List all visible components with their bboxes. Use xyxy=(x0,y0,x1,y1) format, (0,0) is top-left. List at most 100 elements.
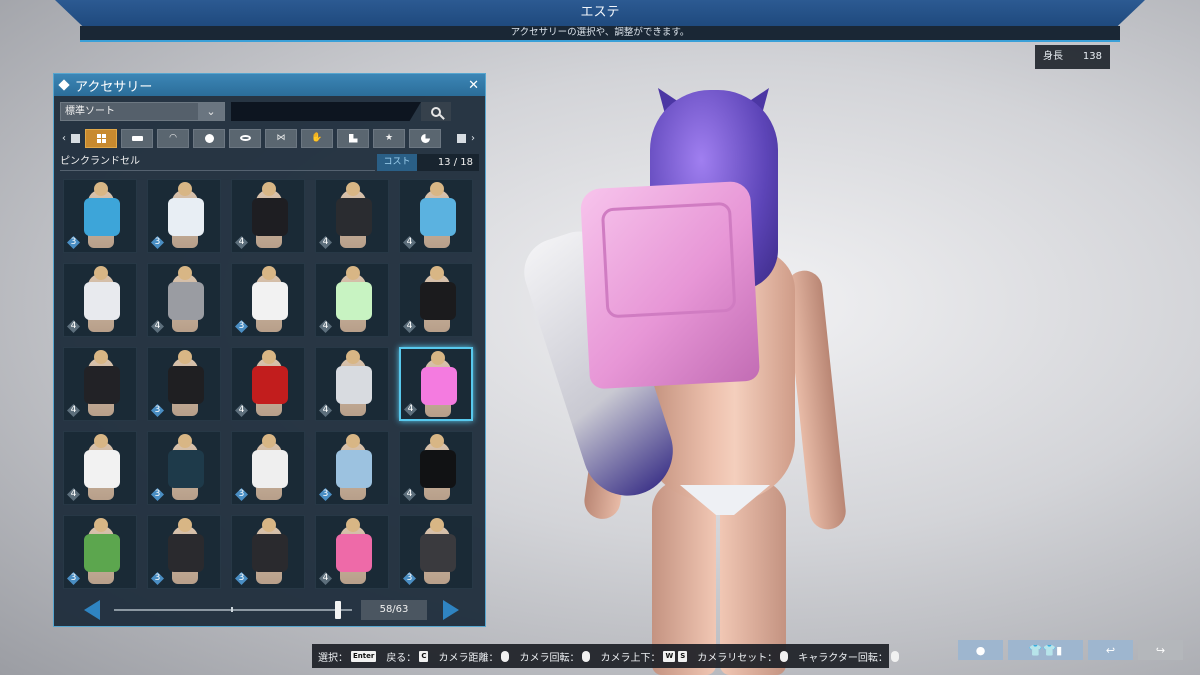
sort-dropdown[interactable]: 標準ソート ⌄ xyxy=(60,102,225,121)
accessory-thumbnail xyxy=(84,282,120,320)
model-head xyxy=(430,518,444,532)
accessory-item[interactable]: 4 xyxy=(315,515,389,589)
rank-badge: 3 xyxy=(403,572,416,585)
tab-boot[interactable] xyxy=(337,128,369,148)
accessory-item[interactable]: 4 xyxy=(399,347,473,421)
model-head xyxy=(178,266,192,280)
tab-bow[interactable]: ⋈ xyxy=(265,128,297,148)
cost-value: 13 / 18 xyxy=(417,154,479,171)
search-input[interactable] xyxy=(231,102,421,121)
model-head xyxy=(430,182,444,196)
mouse-icon xyxy=(582,650,591,662)
accessory-item[interactable]: 3 xyxy=(147,347,221,421)
prev-page-icon[interactable] xyxy=(84,600,100,620)
accessory-item[interactable]: 4 xyxy=(315,263,389,337)
tab-pie[interactable] xyxy=(409,128,441,148)
accessory-item[interactable]: 4 xyxy=(315,179,389,253)
accessory-item[interactable]: 4 xyxy=(315,347,389,421)
search-button[interactable] xyxy=(421,102,451,121)
accessory-thumbnail xyxy=(420,450,456,488)
accessory-item[interactable]: 3 xyxy=(231,431,305,505)
key-icon: Enter xyxy=(351,650,377,662)
ring-icon xyxy=(239,135,251,141)
tab-wing[interactable]: ◠ xyxy=(157,128,189,148)
accessory-item[interactable]: 3 xyxy=(399,515,473,589)
outfit-button[interactable]: 👕👕▮ xyxy=(1008,640,1083,660)
height-value: 138 xyxy=(1082,51,1102,62)
tab-face[interactable] xyxy=(193,128,225,148)
tab-grid[interactable] xyxy=(85,128,117,148)
accessory-item[interactable]: 4 xyxy=(231,347,305,421)
scroll-slider-track[interactable] xyxy=(114,609,352,611)
accessory-item[interactable]: 4 xyxy=(147,263,221,337)
close-icon[interactable]: ✕ xyxy=(468,78,479,93)
pie-icon xyxy=(420,133,430,143)
key-hint-icon xyxy=(71,133,80,143)
accessory-thumbnail xyxy=(336,534,372,572)
pager-row: 58/63 xyxy=(84,600,459,620)
accessory-item[interactable]: 4 xyxy=(399,263,473,337)
selected-item-name: ピンクランドセル xyxy=(60,154,375,171)
redo-icon: ↪ xyxy=(1155,643,1166,657)
category-tabs: ‹ ◠ ⋈ ✋ ★ › xyxy=(60,128,481,148)
rank-badge: 3 xyxy=(235,488,248,501)
sort-value: 標準ソート xyxy=(65,106,115,117)
accessory-item[interactable]: 3 xyxy=(63,515,137,589)
rect-icon xyxy=(131,135,143,141)
rank-badge: 4 xyxy=(404,403,417,416)
screen-title: エステ xyxy=(55,0,1145,26)
mouse-icon xyxy=(501,650,510,662)
sort-search-row: 標準ソート ⌄ xyxy=(60,102,451,121)
accessory-item[interactable]: 3 xyxy=(231,515,305,589)
key-icon: C xyxy=(419,650,429,662)
category-next-icon[interactable]: › xyxy=(469,133,477,144)
redo-button[interactable]: ↪ xyxy=(1138,640,1183,660)
accessory-thumbnail xyxy=(420,534,456,572)
accessory-item[interactable]: 3 xyxy=(63,179,137,253)
accessory-item[interactable]: 3 xyxy=(147,179,221,253)
chevron-down-icon[interactable]: ⌄ xyxy=(198,103,224,120)
accessory-item[interactable]: 3 xyxy=(231,263,305,337)
star-icon: ★ xyxy=(384,133,394,143)
rank-badge: 4 xyxy=(67,488,80,501)
character-preview[interactable] xyxy=(515,80,900,675)
tab-hand[interactable]: ✋ xyxy=(301,128,333,148)
accessory-item[interactable]: 3 xyxy=(147,431,221,505)
accessory-thumbnail xyxy=(252,534,288,572)
help-label: カメラ上下： xyxy=(600,652,661,664)
model-head xyxy=(262,266,276,280)
help-label: カメラ距離： xyxy=(438,652,499,664)
model-head xyxy=(178,518,192,532)
accessory-thumbnail xyxy=(168,450,204,488)
undo-button[interactable]: ↩ xyxy=(1088,640,1133,660)
accessory-item[interactable]: 4 xyxy=(63,431,137,505)
accessory-item[interactable]: 3 xyxy=(315,431,389,505)
tab-ring[interactable] xyxy=(229,128,261,148)
model-head xyxy=(94,266,108,280)
accessory-thumbnail xyxy=(252,450,288,488)
tab-star[interactable]: ★ xyxy=(373,128,405,148)
model-head xyxy=(430,434,444,448)
accessory-item[interactable]: 4 xyxy=(399,179,473,253)
accessory-item[interactable]: 4 xyxy=(63,347,137,421)
accessory-item[interactable]: 3 xyxy=(147,515,221,589)
scroll-slider-thumb[interactable] xyxy=(335,601,342,619)
model-head xyxy=(262,434,276,448)
accessory-item[interactable]: 4 xyxy=(399,431,473,505)
view-toggle-button[interactable]: ● xyxy=(958,640,1003,660)
accessory-item[interactable]: 4 xyxy=(63,263,137,337)
accessory-thumbnail xyxy=(252,366,288,404)
accessory-thumbnail xyxy=(252,198,288,236)
help-item: カメラ回転： xyxy=(519,649,591,664)
screen-subtitle: アクセサリーの選択や、調整ができます。 xyxy=(80,26,1120,40)
tab-rect[interactable] xyxy=(121,128,153,148)
rank-badge: 3 xyxy=(235,320,248,333)
model-head xyxy=(94,434,108,448)
help-item: カメラリセット： xyxy=(697,649,789,664)
accessory-item[interactable]: 4 xyxy=(231,179,305,253)
model-head xyxy=(346,266,360,280)
key-icon: S xyxy=(678,650,688,662)
next-page-icon[interactable] xyxy=(443,600,459,620)
accessory-thumbnail xyxy=(84,450,120,488)
category-prev-icon[interactable]: ‹ xyxy=(60,133,68,144)
